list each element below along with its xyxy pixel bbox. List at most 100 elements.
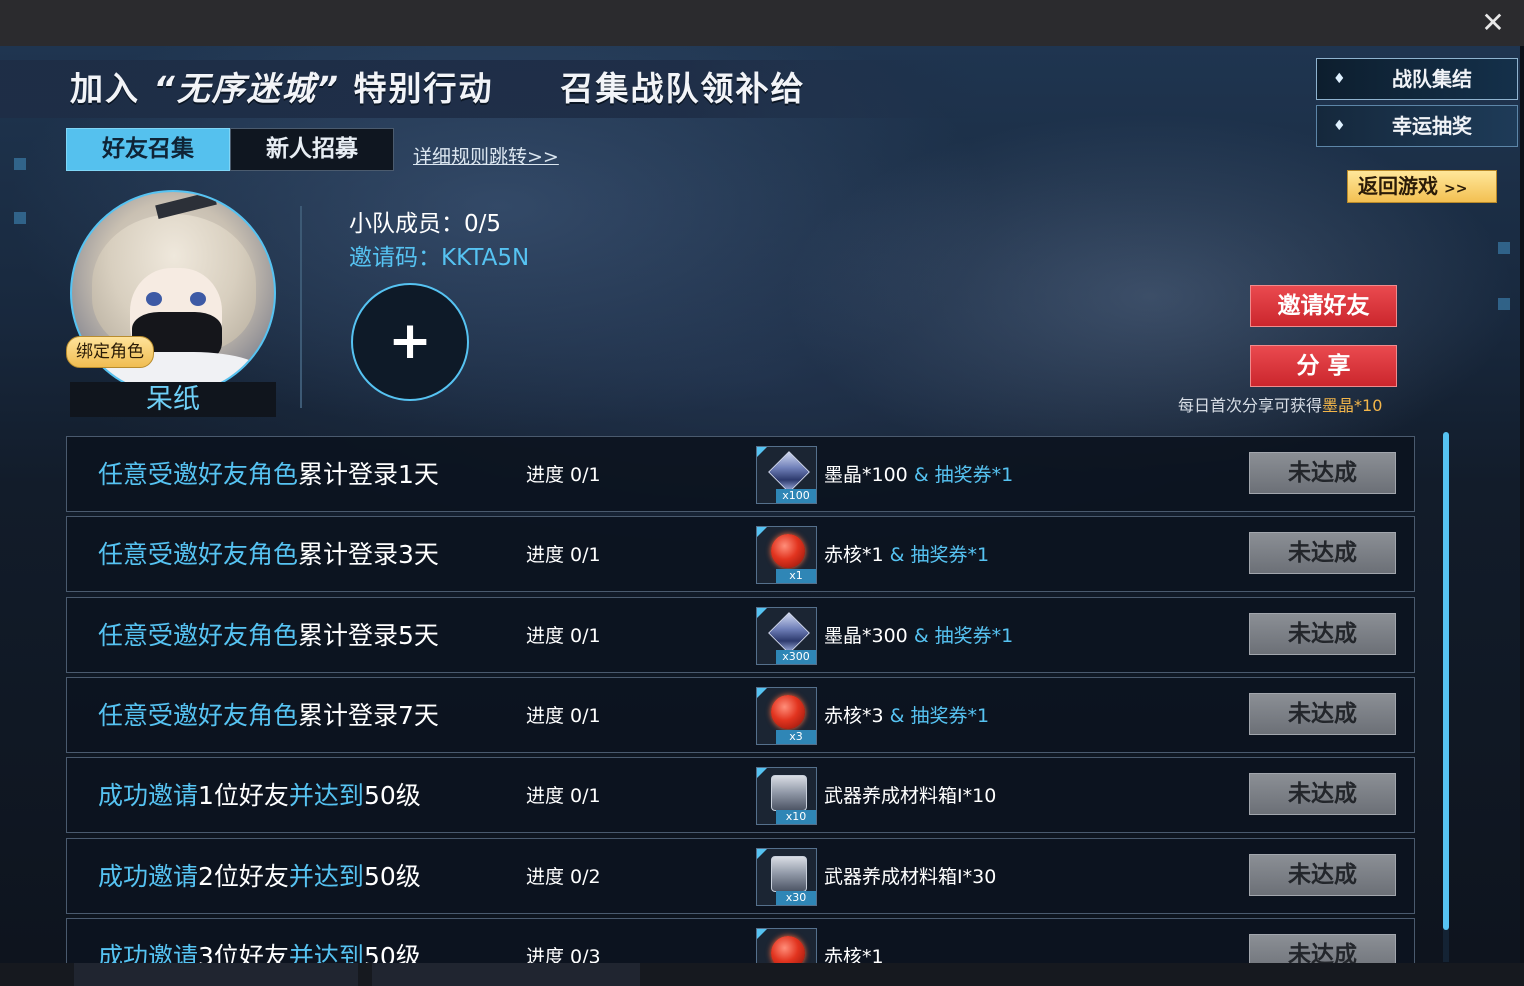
task-title-white: 1位好友: [198, 781, 289, 810]
reward-item-slot[interactable]: [756, 928, 817, 963]
task-title-blue: 成功邀请: [98, 862, 199, 891]
bind-character-badge[interactable]: 绑定角色: [66, 336, 154, 368]
task-title-blue-2: 并达到: [288, 781, 364, 810]
close-icon[interactable]: ✕: [1476, 6, 1510, 40]
task-reward: 武器养成材料箱Ⅰ*30: [824, 839, 996, 915]
reward-item-slot[interactable]: x100: [756, 446, 817, 504]
task-title-white: 累计登录7天: [298, 701, 439, 730]
reward-item-slot[interactable]: x30: [756, 848, 817, 906]
reward-text: 墨晶*300: [824, 625, 908, 647]
task-title: 成功邀请1位好友并达到50级: [98, 758, 421, 834]
diamond-icon: ♦: [1333, 118, 1346, 134]
rules-link[interactable]: 详细规则跳转>>: [413, 142, 559, 169]
share-note-reward: 墨晶*10: [1322, 396, 1383, 415]
quote-close: ”: [316, 69, 341, 108]
reward-extra: & 抽奖券*1: [913, 625, 1014, 647]
reward-text: 赤核*1: [824, 946, 884, 963]
claim-status-button[interactable]: 未达成: [1249, 613, 1396, 655]
task-reward: 武器养成材料箱Ⅰ*10: [824, 758, 996, 834]
task-title: 任意受邀好友角色累计登录1天: [98, 437, 439, 513]
task-reward: 赤核*1 & 抽奖券*1: [824, 517, 989, 593]
reward-quantity: x300: [776, 650, 816, 664]
task-title-white: 累计登录5天: [298, 621, 439, 650]
task-row: 任意受邀好友角色累计登录1天 进度 0/1 x100 墨晶*100 & 抽奖券*1 未达…: [66, 436, 1415, 512]
core-icon: [771, 534, 805, 568]
task-progress: 进度 0/2: [526, 866, 601, 888]
claim-status-button[interactable]: 未达成: [1249, 934, 1396, 963]
plus-icon: +: [388, 311, 432, 371]
claim-status-button[interactable]: 未达成: [1249, 532, 1396, 574]
task-title: 任意受邀好友角色累计登录5天: [98, 598, 439, 674]
task-title-blue-2: 并达到: [288, 942, 364, 963]
task-title-white: 累计登录3天: [298, 540, 439, 569]
task-title-white: 2位好友: [198, 862, 289, 891]
claim-status-button[interactable]: 未达成: [1249, 693, 1396, 735]
reward-quantity: x3: [776, 730, 816, 744]
share-button[interactable]: 分 享: [1250, 345, 1397, 387]
event-panel: 加入 “无序迷城” 特别行动 召集战队领补给 ♦ 战队集结 ♦ 幸运抽奖 返回游…: [0, 46, 1520, 963]
crystal-icon: [768, 612, 810, 654]
core-icon: [771, 936, 805, 963]
reward-text: 赤核*1: [824, 544, 884, 566]
return-to-game-button[interactable]: 返回游戏 >>: [1347, 170, 1497, 203]
reward-text: 武器养成材料箱Ⅰ*10: [824, 785, 997, 807]
task-title-white-2: 50级: [363, 781, 421, 810]
bottom-strip: [0, 963, 1524, 986]
tab-newcomer-recruit[interactable]: 新人招募: [230, 128, 394, 171]
return-label: 返回游戏: [1358, 174, 1438, 198]
reward-item-slot[interactable]: x1: [756, 526, 817, 584]
task-title-blue: 任意受邀好友角色: [98, 460, 299, 489]
reward-text: 墨晶*100: [824, 464, 908, 486]
invite-code[interactable]: KKTA5N: [441, 245, 529, 271]
reward-item-slot[interactable]: x10: [756, 767, 817, 825]
task-list[interactable]: 任意受邀好友角色累计登录1天 进度 0/1 x100 墨晶*100 & 抽奖券*1 未达…: [66, 436, 1415, 963]
task-title: 任意受邀好友角色累计登录3天: [98, 517, 439, 593]
crystal-icon: [768, 451, 810, 493]
title-mid: 特别行动: [353, 69, 494, 108]
task-row: 任意受邀好友角色累计登录5天 进度 0/1 x300 墨晶*300 & 抽奖券*1 未达…: [66, 597, 1415, 673]
task-title-blue: 成功邀请: [98, 781, 199, 810]
side-nav-label: 战队集结: [1392, 67, 1472, 91]
claim-status-button[interactable]: 未达成: [1249, 452, 1396, 494]
add-member-button[interactable]: +: [351, 283, 469, 401]
reward-item-slot[interactable]: x300: [756, 607, 817, 665]
side-nav-lottery[interactable]: ♦ 幸运抽奖: [1316, 105, 1518, 147]
share-note-text: 每日首次分享可获得: [1178, 396, 1323, 415]
task-list-scrollbar[interactable]: [1443, 432, 1449, 962]
task-title-white-2: 50级: [363, 862, 421, 891]
task-progress: 进度 0/1: [526, 785, 601, 807]
window-titlebar: ✕: [0, 0, 1524, 46]
task-progress: 进度 0/1: [526, 544, 601, 566]
event-name-text: 无序迷城: [176, 69, 317, 108]
side-nav-squad[interactable]: ♦ 战队集结: [1316, 58, 1518, 100]
task-title-blue: 成功邀请: [98, 942, 199, 963]
core-icon: [771, 695, 805, 729]
task-progress: 进度 0/1: [526, 464, 601, 486]
task-reward: 墨晶*100 & 抽奖券*1: [824, 437, 1013, 513]
task-progress: 进度 0/1: [526, 625, 601, 647]
reward-quantity: x30: [776, 891, 816, 905]
invite-friend-button[interactable]: 邀请好友: [1250, 285, 1397, 327]
title-suffix: 召集战队领补给: [560, 69, 806, 108]
task-progress: 进度 0/1: [526, 705, 601, 727]
title-prefix: 加入: [70, 69, 140, 108]
task-reward: 赤核*3 & 抽奖券*1: [824, 678, 989, 754]
claim-status-button[interactable]: 未达成: [1249, 854, 1396, 896]
event-name: “无序迷城”: [154, 69, 341, 108]
task-title-white: 累计登录1天: [298, 460, 439, 489]
scrollbar-thumb[interactable]: [1443, 432, 1449, 930]
divider: [300, 206, 302, 408]
task-title: 任意受邀好友角色累计登录7天: [98, 678, 439, 754]
character-name: 呆纸: [70, 382, 276, 417]
tab-friend-summon[interactable]: 好友召集: [66, 128, 230, 171]
task-title-blue: 任意受邀好友角色: [98, 701, 299, 730]
chest-icon: [771, 775, 807, 811]
task-title: 成功邀请2位好友并达到50级: [98, 839, 421, 915]
reward-extra: & 抽奖券*1: [889, 705, 990, 727]
decor-square: [14, 158, 26, 170]
reward-item-slot[interactable]: x3: [756, 687, 817, 745]
decor-square: [14, 212, 26, 224]
task-progress: 进度 0/3: [526, 946, 601, 963]
claim-status-button[interactable]: 未达成: [1249, 773, 1396, 815]
squad-members-value: 0/5: [464, 211, 502, 237]
